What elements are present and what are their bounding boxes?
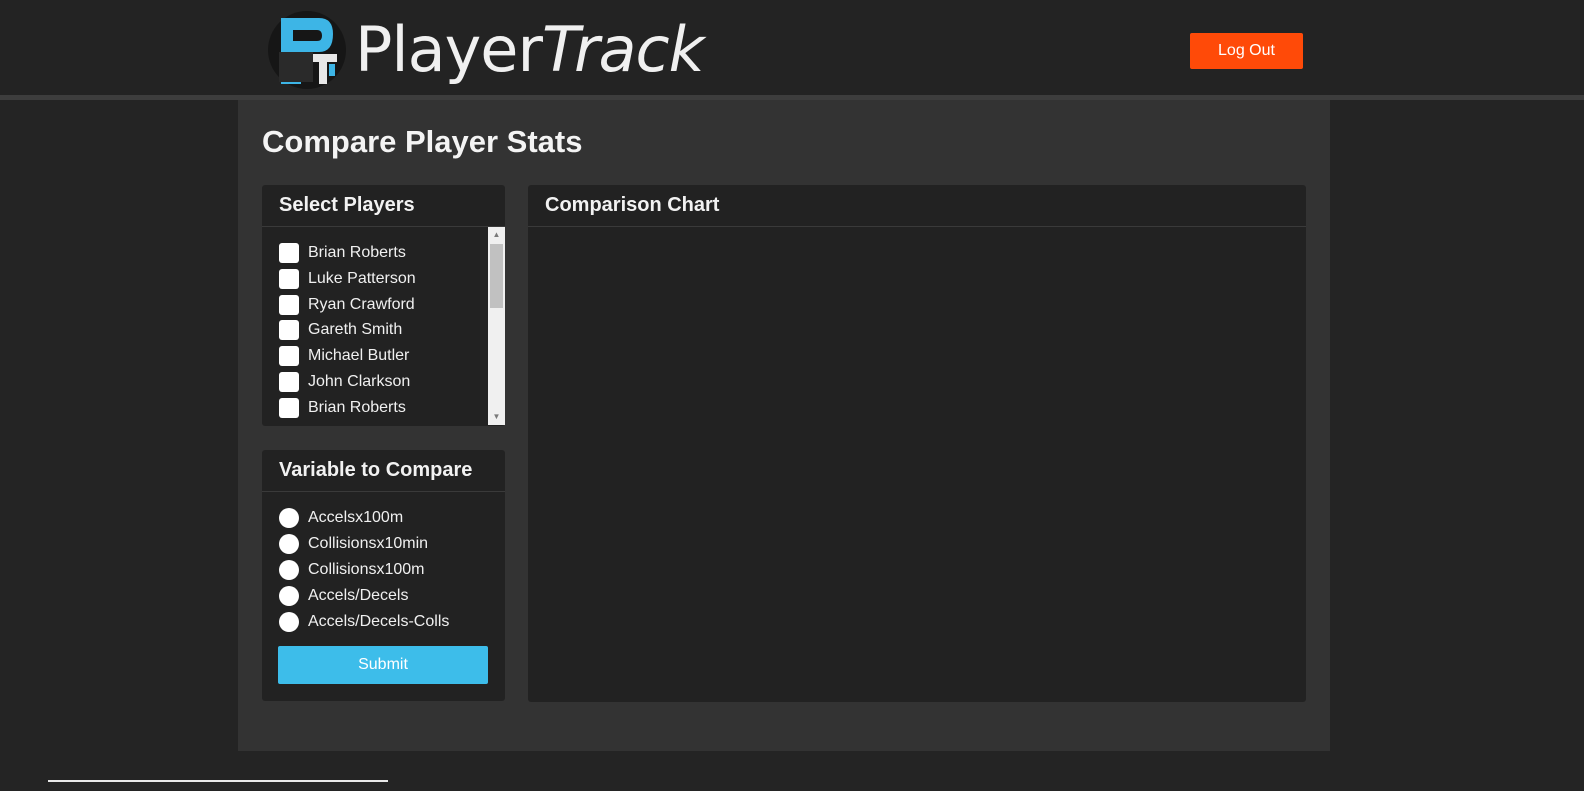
variable-label: Collisionsx100m <box>308 561 425 578</box>
variable-panel: Variable to Compare Accelsx100m Collisio… <box>262 450 505 701</box>
player-list-scrollbar[interactable]: ▲ ▼ <box>488 227 505 425</box>
player-checkbox[interactable] <box>279 295 299 315</box>
main-content: Compare Player Stats Select Players Bria… <box>238 100 1330 751</box>
variable-option[interactable]: Collisionsx10min <box>279 532 428 556</box>
top-header: PlayerTrack Log Out <box>0 0 1584 100</box>
player-list[interactable]: Brian Roberts Luke Patterson Ryan Crawfo… <box>262 227 505 425</box>
player-name: Gareth Smith <box>308 321 403 338</box>
player-name: Luke Patterson <box>308 270 416 287</box>
variable-radio[interactable] <box>279 508 299 528</box>
variable-label: Collisionsx10min <box>308 535 429 552</box>
variable-radio[interactable] <box>279 534 299 554</box>
brand-wordmark: PlayerTrack <box>355 10 705 90</box>
triangle-down-icon[interactable]: ▼ <box>488 410 505 424</box>
variable-option[interactable]: Accels/Decels <box>279 584 408 608</box>
scrollbar-thumb[interactable] <box>490 244 503 308</box>
submit-button[interactable]: Submit <box>278 646 488 684</box>
player-option[interactable]: Michael Butler <box>279 344 409 368</box>
select-players-panel: Select Players Brian Roberts Luke Patter… <box>262 185 505 426</box>
comparison-chart-panel: Comparison Chart <box>528 185 1306 702</box>
variable-option[interactable]: Accelsx100m <box>279 506 403 530</box>
triangle-up-icon[interactable]: ▲ <box>488 228 505 242</box>
player-checkbox[interactable] <box>279 269 299 289</box>
variable-option[interactable]: Accels/Decels-Colls <box>279 610 449 634</box>
variable-radio[interactable] <box>279 612 299 632</box>
page-title: Compare Player Stats <box>262 124 583 159</box>
brand-logo[interactable]: PlayerTrack <box>267 10 705 90</box>
variable-label: Accelsx100m <box>308 509 404 526</box>
playertrack-logo-icon <box>268 11 346 89</box>
variable-option[interactable]: Collisionsx100m <box>279 558 425 582</box>
player-checkbox[interactable] <box>279 243 299 263</box>
player-checkbox[interactable] <box>279 398 299 418</box>
player-name: Brian Roberts <box>308 399 406 416</box>
player-checkbox[interactable] <box>279 320 299 340</box>
variable-label: Accels/Decels <box>308 587 409 604</box>
player-option[interactable]: Brian Roberts <box>279 396 406 420</box>
brand-wordmark-track: Track <box>541 13 705 86</box>
player-checkbox[interactable] <box>279 372 299 392</box>
brand-wordmark-player: Player <box>355 13 543 86</box>
player-option[interactable]: Ryan Crawford <box>279 293 415 317</box>
variable-heading: Variable to Compare <box>262 450 505 492</box>
player-option[interactable]: Gareth Smith <box>279 318 402 342</box>
player-name: Brian Roberts <box>308 244 406 261</box>
player-name: John Clarkson <box>308 373 411 390</box>
player-option[interactable]: John Clarkson <box>279 370 410 394</box>
player-checkbox[interactable] <box>279 346 299 366</box>
comparison-chart-heading: Comparison Chart <box>528 185 1306 227</box>
player-name: Ryan Crawford <box>308 296 415 313</box>
bottom-divider <box>48 780 388 782</box>
player-name: Michael Butler <box>308 347 410 364</box>
select-players-heading: Select Players <box>262 185 505 227</box>
player-option[interactable]: Luke Patterson <box>279 267 416 291</box>
variable-label: Accels/Decels-Colls <box>308 613 450 630</box>
variable-radio[interactable] <box>279 586 299 606</box>
comparison-chart-area <box>528 227 1306 702</box>
log-out-button[interactable]: Log Out <box>1190 33 1303 69</box>
variable-radio[interactable] <box>279 560 299 580</box>
player-option[interactable]: Brian Roberts <box>279 241 406 265</box>
